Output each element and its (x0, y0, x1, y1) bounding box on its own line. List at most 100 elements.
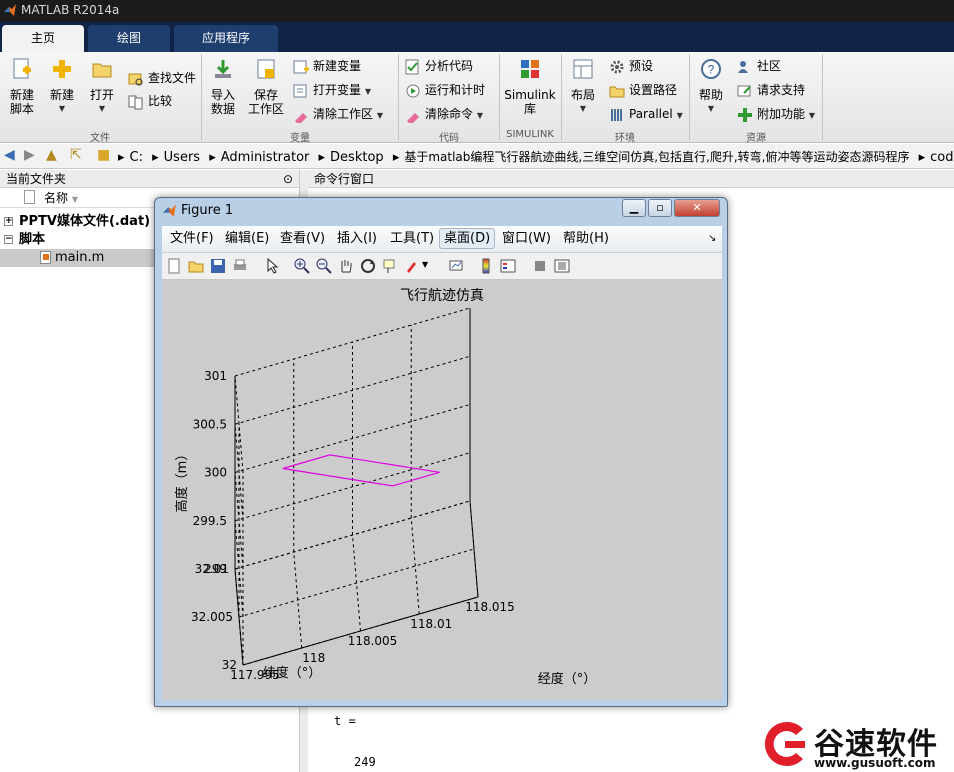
new-figure-icon[interactable] (166, 258, 182, 274)
pointer-icon[interactable] (264, 258, 280, 274)
preferences-button[interactable]: 预设 (609, 57, 653, 75)
menu-insert[interactable]: 插入(I) (337, 226, 377, 252)
open-file-icon[interactable] (188, 258, 204, 274)
layout-button[interactable]: 布局 ▼ (566, 58, 600, 116)
panel-menu-icon[interactable]: ⊙ (283, 170, 293, 188)
tab-home[interactable]: 主页 (2, 25, 84, 52)
clear-commands-button[interactable]: 清除命令 ▼ (405, 105, 483, 123)
z-tick-label: 299.5 (193, 514, 227, 528)
show-plot-tools-icon[interactable] (554, 258, 570, 274)
breadcrumb-item[interactable]: code (930, 150, 954, 165)
column-name-label: 名称 (44, 191, 69, 205)
new-button[interactable]: 新建 ▼ (46, 58, 78, 116)
group-separator (201, 54, 202, 140)
print-icon[interactable] (232, 258, 248, 274)
menu-desktop[interactable]: 桌面(D) (439, 228, 496, 249)
request-support-button[interactable]: 请求支持 (737, 81, 805, 99)
expand-icon[interactable]: + (4, 217, 13, 226)
analyze-code-button[interactable]: 分析代码 (405, 57, 473, 75)
rotate-3d-icon[interactable] (360, 258, 376, 274)
collapse-icon[interactable]: − (4, 235, 13, 244)
chevron-down-icon: ▼ (476, 111, 483, 120)
run-and-time-label: 运行和计时 (425, 83, 486, 97)
community-button[interactable]: 社区 (737, 57, 781, 75)
link-plot-icon[interactable] (448, 258, 464, 274)
menu-tools[interactable]: 工具(T) (390, 226, 434, 252)
breadcrumb-item[interactable]: Users (164, 150, 200, 165)
chevron-down-icon: ▼ (808, 111, 815, 120)
maximize-button[interactable]: ▫ (648, 199, 672, 217)
command-output-value: 249 (354, 755, 376, 769)
compare-button[interactable]: 比较 (128, 92, 172, 110)
clear-commands-icon (407, 112, 419, 123)
new-variable-button[interactable]: 新建变量 (293, 57, 361, 75)
set-path-button[interactable]: 设置路径 (609, 81, 677, 99)
zoom-out-icon[interactable] (316, 258, 332, 274)
set-path-label: 设置路径 (629, 83, 678, 97)
dock-arrow-icon[interactable]: ↘ (708, 226, 716, 252)
minimize-button[interactable]: ▁ (622, 199, 646, 217)
help-button[interactable]: ? 帮助 ▼ (694, 58, 728, 116)
new-script-button[interactable]: 新建 脚本 (5, 58, 39, 116)
clear-workspace-button[interactable]: 清除工作区 ▼ (293, 105, 383, 123)
group-label-file: 文件 (90, 133, 110, 144)
run-and-time-button[interactable]: 运行和计时 (405, 81, 485, 99)
request-support-label: 请求支持 (757, 83, 806, 97)
plot-3d[interactable]: 飞行航迹仿真 117.995118118.005118.01118.015323… (162, 280, 722, 700)
hide-plot-tools-icon[interactable] (532, 258, 548, 274)
chart-title: 飞行航迹仿真 (400, 288, 484, 304)
pan-hand-icon[interactable] (338, 258, 354, 274)
svg-text:?: ? (708, 63, 715, 77)
browse-folder-icon[interactable]: ⇱ (70, 147, 82, 163)
up-folder-icon[interactable]: ▲ (46, 147, 57, 163)
forward-arrow-icon[interactable]: ▶ (24, 147, 35, 163)
brand-logo-icon (764, 722, 805, 766)
open-variable-button[interactable]: 打开变量 ▼ (293, 81, 371, 99)
close-button[interactable]: ✕ (674, 199, 720, 217)
tab-apps[interactable]: 应用程序 (174, 25, 278, 52)
group-label-variable: 变量 (290, 133, 310, 144)
brush-icon[interactable] (404, 258, 420, 274)
back-arrow-icon[interactable]: ◀ (4, 147, 15, 163)
simulink-library-button[interactable]: Simulink 库 (502, 58, 558, 116)
menu-file[interactable]: 文件(F) (170, 226, 214, 252)
add-ons-button[interactable]: 附加功能 ▼ (737, 105, 815, 123)
legend-icon[interactable] (500, 258, 516, 274)
z-tick-label: 300.5 (193, 417, 227, 431)
tab-plots[interactable]: 绘图 (88, 25, 170, 52)
open-button[interactable]: 打开 ▼ (86, 58, 118, 116)
menu-window[interactable]: 窗口(W) (502, 226, 551, 252)
figure-canvas[interactable]: 飞行航迹仿真 117.995 118 118.005 118.01 118.015 32 3… (162, 280, 722, 700)
community-label: 社区 (757, 59, 782, 73)
simulink-library-icon (521, 60, 539, 78)
save-workspace-button[interactable]: 保存 工作区 (246, 58, 286, 116)
breadcrumb-item[interactable]: C: (130, 150, 143, 165)
tree-item-label: main.m (55, 250, 105, 265)
x-tick-label: 118 (302, 651, 325, 665)
window-titlebar: MATLAB R2014a (0, 0, 954, 22)
figure-toolbar: ▼ (162, 253, 722, 280)
menu-edit[interactable]: 编辑(E) (225, 226, 269, 252)
group-separator (822, 54, 823, 140)
chevron-down-icon[interactable]: ▼ (422, 260, 428, 269)
breadcrumb-item[interactable]: 基于matlab编程飞行器航迹曲线,三维空间仿真,包括直行,爬升,转弯,俯冲等等… (404, 150, 909, 164)
sort-arrow-icon: ▼ (71, 195, 78, 204)
menu-help[interactable]: 帮助(H) (563, 226, 609, 252)
group-separator (499, 54, 500, 140)
parallel-button[interactable]: Parallel ▼ (609, 105, 683, 123)
import-data-button[interactable]: 导入 数据 (206, 58, 240, 116)
colorbar-icon[interactable] (478, 258, 494, 274)
find-files-button[interactable]: 查找文件 (128, 69, 196, 87)
menu-view[interactable]: 查看(V) (280, 226, 325, 252)
m-file-icon (40, 251, 51, 264)
save-icon[interactable] (210, 258, 226, 274)
figure-window[interactable]: Figure 1 ▁ ▫ ✕ 文件(F) 编辑(E) 查看(V) 插入(I) 工… (154, 197, 728, 707)
import-label: 导入 数据 (210, 88, 235, 116)
breadcrumb-item[interactable]: Administrator (221, 150, 310, 165)
breadcrumb-item[interactable]: Desktop (330, 150, 384, 165)
new-variable-icon (293, 60, 309, 73)
data-cursor-icon[interactable] (382, 258, 398, 274)
grid-line (234, 500, 471, 570)
find-files-label: 查找文件 (148, 71, 197, 85)
zoom-in-icon[interactable] (294, 258, 310, 274)
